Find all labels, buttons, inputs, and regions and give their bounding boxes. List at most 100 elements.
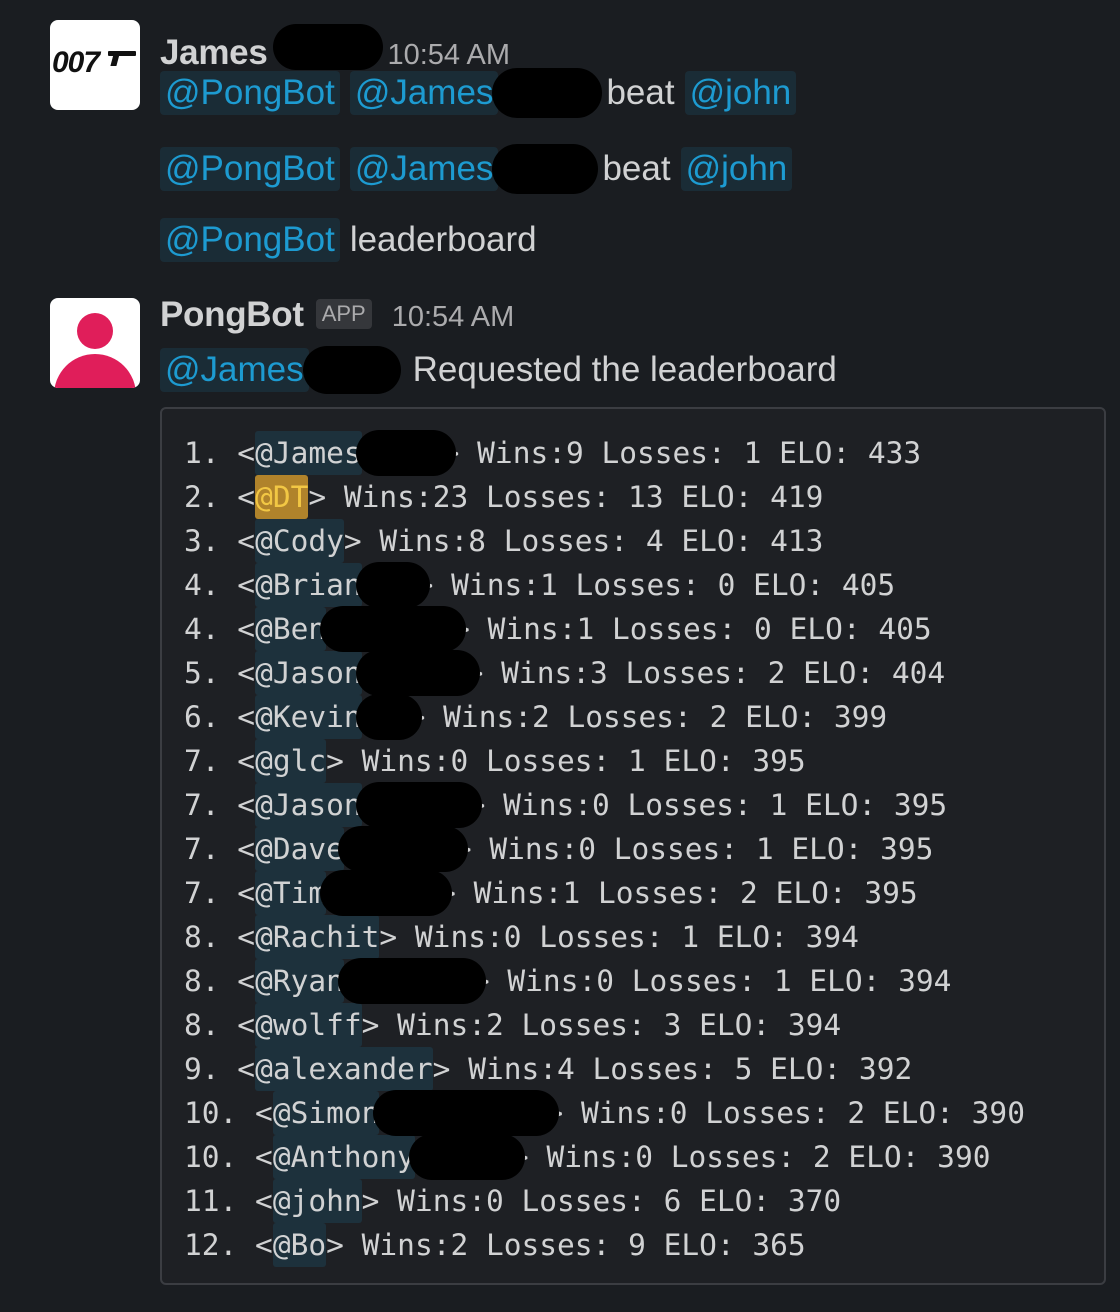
angle-open: <	[219, 612, 256, 646]
leaderboard-row: 8. < @Ryan > Wins:0 Losses: 1 ELO: 394	[184, 958, 1025, 1004]
leaderboard-rank: 11.	[184, 1184, 238, 1218]
leaderboard-stats: Wins:0 Losses: 1 ELO: 395	[361, 744, 806, 778]
leaderboard-player-mention[interactable]: @Jason	[255, 651, 362, 695]
leaderboard-row: 7. < @Dave > Wins:0 Losses: 1 ELO: 395	[184, 826, 1025, 872]
leaderboard-rank: 12.	[184, 1228, 238, 1262]
leaderboard-row: 12. < @Bo > Wins:2 Losses: 9 ELO: 365	[184, 1223, 1025, 1267]
angle-open: <	[237, 1140, 273, 1174]
redaction-mark	[302, 346, 401, 394]
leaderboard-rank: 4.	[184, 568, 220, 602]
leaderboard-player-mention[interactable]: @john	[272, 1179, 362, 1223]
leaderboard-player-mention[interactable]: @Cody	[255, 519, 344, 563]
mention-pongbot[interactable]: @PongBot	[160, 218, 340, 262]
message-line: @PongBot leaderboard	[160, 218, 547, 262]
leaderboard-rank: 6.	[184, 700, 220, 734]
angle-open: <	[219, 1052, 256, 1086]
mention-james[interactable]: @James	[160, 348, 309, 392]
mention-james[interactable]: @James	[349, 147, 499, 191]
angle-close: >	[379, 920, 415, 954]
leaderboard-stats: Wins:2 Losses: 2 ELO: 399	[443, 700, 888, 734]
angle-close: >	[343, 524, 380, 558]
message-text: beat	[606, 73, 675, 112]
leaderboard-player-mention[interactable]: @Kevin	[255, 695, 362, 739]
angle-close: >	[361, 1008, 398, 1042]
leaderboard-stats: Wins:0 Losses: 1 ELO: 394	[414, 920, 859, 954]
mention-john[interactable]: @john	[680, 147, 793, 191]
leaderboard-stats: Wins:2 Losses: 3 ELO: 394	[397, 1008, 842, 1042]
leaderboard-stats: Wins:9 Losses: 1 ELO: 433	[477, 436, 922, 470]
leaderboard-row: 8. < @Rachit > Wins:0 Losses: 1 ELO: 394	[184, 915, 1025, 959]
leaderboard-row: 6. < @Kevin > Wins:2 Losses: 2 ELO: 399	[184, 694, 1025, 740]
redaction-mark	[492, 68, 603, 118]
message-line: @James Requested the leaderboard	[160, 346, 847, 394]
angle-open: <	[219, 436, 256, 470]
user-silhouette-icon[interactable]	[50, 298, 140, 388]
angle-open: <	[219, 700, 256, 734]
leaderboard-rank: 3.	[184, 524, 220, 558]
leaderboard-player-mention[interactable]: @Ryan	[255, 959, 344, 1003]
leaderboard-rank: 8.	[184, 964, 220, 998]
message-header: PongBot APP 10:54 AM	[160, 295, 514, 335]
leaderboard-stats: Wins:0 Losses: 1 ELO: 395	[503, 788, 948, 822]
leaderboard-stats: Wins:1 Losses: 0 ELO: 405	[487, 612, 932, 646]
leaderboard-code-block: 1. < @James > Wins:9 Losses: 1 ELO: 433 2. …	[160, 407, 1106, 1285]
angle-open: <	[237, 1184, 273, 1218]
leaderboard-rank: 9.	[184, 1052, 220, 1086]
angle-close: >	[308, 480, 344, 514]
leaderboard-player-mention[interactable]: @Simon	[272, 1091, 380, 1135]
angle-close: >	[326, 1228, 362, 1262]
angle-open: <	[219, 1008, 256, 1042]
leaderboard-row: 2. < @DT > Wins:23 Losses: 13 ELO: 419	[184, 475, 1025, 519]
angle-open: <	[219, 964, 256, 998]
leaderboard-stats: Wins:0 Losses: 6 ELO: 370	[397, 1184, 842, 1218]
leaderboard-player-mention[interactable]: @Tim	[255, 871, 327, 915]
sender-name[interactable]: James	[160, 33, 268, 73]
redaction-mark	[492, 144, 599, 194]
leaderboard-player-mention[interactable]: @Ben	[255, 607, 327, 651]
leaderboard-stats: Wins:0 Losses: 2 ELO: 390	[546, 1140, 991, 1174]
mention-pongbot[interactable]: @PongBot	[160, 71, 340, 115]
message-line: @PongBot @James beat @john	[160, 68, 806, 118]
message-line: @PongBot @James beat @john	[160, 144, 802, 194]
leaderboard-row: 11. < @john > Wins:0 Losses: 6 ELO: 370	[184, 1179, 1025, 1223]
leaderboard-player-mention[interactable]: @Brian	[255, 563, 362, 607]
mention-pongbot[interactable]: @PongBot	[160, 147, 340, 191]
leaderboard-rank: 4.	[184, 612, 220, 646]
redaction-mark	[320, 606, 467, 652]
leaderboard-player-mention[interactable]: @DT	[255, 475, 309, 519]
redaction-mark	[355, 650, 480, 696]
message-text: leaderboard	[349, 220, 537, 259]
leaderboard-player-mention[interactable]: @glc	[255, 739, 327, 783]
leaderboard-player-mention[interactable]: @Bo	[272, 1223, 327, 1267]
angle-open: <	[237, 1228, 273, 1262]
angle-open: <	[237, 1096, 273, 1130]
mention-john[interactable]: @john	[684, 71, 797, 115]
leaderboard-player-mention[interactable]: @alexander	[255, 1047, 433, 1091]
leaderboard-rank: 8.	[184, 920, 220, 954]
leaderboard-player-mention[interactable]: @Anthony	[272, 1135, 415, 1179]
redaction-mark	[273, 24, 384, 70]
leaderboard-player-mention[interactable]: @James	[255, 431, 362, 475]
avatar-logo-text: 007	[52, 46, 100, 79]
leaderboard-rank: 10.	[184, 1096, 238, 1130]
angle-open: <	[219, 744, 256, 778]
redaction-mark	[408, 1134, 525, 1180]
leaderboard-row: 10. < @Anthony > Wins:0 Losses: 2 ELO: 390	[184, 1134, 1025, 1180]
007-logo-icon[interactable]: 007	[50, 20, 140, 110]
leaderboard-player-mention[interactable]: @wolff	[255, 1003, 362, 1047]
leaderboard-stats: Wins:1 Losses: 0 ELO: 405	[451, 568, 896, 602]
app-badge: APP	[315, 299, 372, 329]
angle-open: <	[219, 568, 256, 602]
leaderboard-rank: 7.	[184, 832, 220, 866]
message-timestamp[interactable]: 10:54 AM	[392, 301, 515, 334]
sender-name[interactable]: PongBot	[160, 295, 304, 335]
leaderboard-player-mention[interactable]: @Dave	[255, 827, 344, 871]
mention-james[interactable]: @James	[349, 71, 499, 115]
leaderboard-rank: 1.	[184, 436, 220, 470]
angle-open: <	[219, 920, 256, 954]
redaction-mark	[373, 1090, 560, 1136]
leaderboard-player-mention[interactable]: @Rachit	[255, 915, 380, 959]
leaderboard-player-mention[interactable]: @Jason	[255, 783, 362, 827]
leaderboard-stats: Wins:2 Losses: 9 ELO: 365	[361, 1228, 806, 1262]
leaderboard-stats: Wins:1 Losses: 2 ELO: 395	[473, 876, 918, 910]
